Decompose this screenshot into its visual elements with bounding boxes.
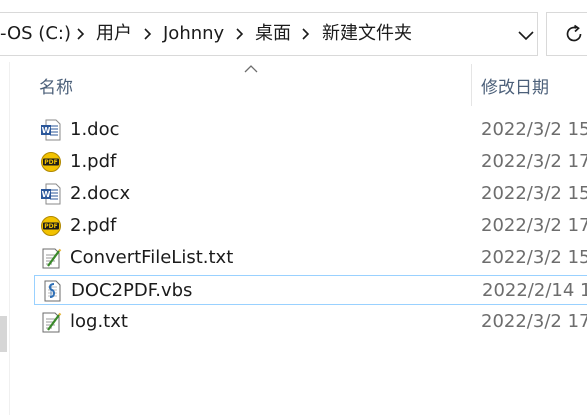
file-row[interactable]: log.txt 2022/3/2 17: [34, 307, 587, 337]
file-name: log.txt: [70, 311, 128, 332]
address-bar: -OS (C:) 用户 Johnny 桌面 新建文件夹: [0, 0, 587, 62]
chevron-right-icon[interactable]: [72, 26, 88, 42]
svg-text:W: W: [42, 126, 51, 135]
svg-text:PDF: PDF: [44, 159, 57, 166]
chevron-right-icon[interactable]: [139, 26, 155, 42]
file-row-selected[interactable]: DOC2PDF.vbs 2022/2/14 1: [34, 275, 587, 305]
word-doc-icon: W: [41, 183, 61, 205]
file-date: 2022/3/2 17: [481, 215, 587, 236]
sort-ascending-icon: [244, 65, 258, 73]
file-name: ConvertFileList.txt: [70, 247, 234, 268]
file-name: 1.doc: [70, 119, 120, 140]
file-name: 2.pdf: [70, 215, 117, 236]
column-divider[interactable]: [471, 64, 472, 106]
pane-divider: [9, 62, 10, 415]
column-header-date-modified[interactable]: 修改日期: [481, 73, 549, 98]
file-date: 2022/2/14 1: [482, 280, 587, 301]
file-date: 2022/3/2 17: [481, 151, 587, 172]
refresh-icon[interactable]: [562, 22, 586, 46]
file-row[interactable]: ConvertFileList.txt 2022/3/2 15: [34, 243, 587, 273]
svg-text:W: W: [42, 190, 51, 199]
file-name: DOC2PDF.vbs: [71, 280, 193, 301]
breadcrumb-johnny[interactable]: Johnny: [163, 22, 224, 46]
breadcrumb-new-folder[interactable]: 新建文件夹: [322, 22, 412, 46]
file-date: 2022/3/2 15: [481, 247, 587, 268]
file-row[interactable]: PDF 2.pdf 2022/3/2 17: [34, 211, 587, 241]
breadcrumb-users[interactable]: 用户: [96, 22, 132, 46]
file-row[interactable]: W 1.doc 2022/3/2 15: [34, 115, 587, 145]
file-name: 2.docx: [70, 183, 131, 204]
chevron-right-icon[interactable]: [297, 26, 313, 42]
svg-text:PDF: PDF: [44, 223, 57, 230]
navigation-pane: [0, 62, 22, 415]
column-header-name[interactable]: 名称: [39, 73, 73, 98]
file-row[interactable]: PDF 1.pdf 2022/3/2 17: [34, 147, 587, 177]
text-file-icon: [42, 312, 62, 333]
breadcrumb-drive[interactable]: -OS (C:): [0, 22, 71, 46]
file-name: 1.pdf: [70, 151, 117, 172]
text-file-icon: [42, 248, 62, 269]
pdf-icon: PDF: [41, 216, 61, 236]
pdf-icon: PDF: [41, 152, 61, 172]
breadcrumb-desktop[interactable]: 桌面: [255, 22, 291, 46]
navigation-scrollbar-thumb[interactable]: [0, 316, 7, 352]
chevron-down-icon[interactable]: [516, 27, 536, 43]
file-row[interactable]: W 2.docx 2022/3/2 15: [34, 179, 587, 209]
chevron-right-icon[interactable]: [231, 26, 247, 42]
file-date: 2022/3/2 15: [481, 119, 587, 140]
word-doc-icon: W: [41, 119, 61, 141]
file-date: 2022/3/2 15: [481, 183, 587, 204]
vbs-script-icon: [44, 280, 61, 302]
file-date: 2022/3/2 17: [481, 311, 587, 332]
